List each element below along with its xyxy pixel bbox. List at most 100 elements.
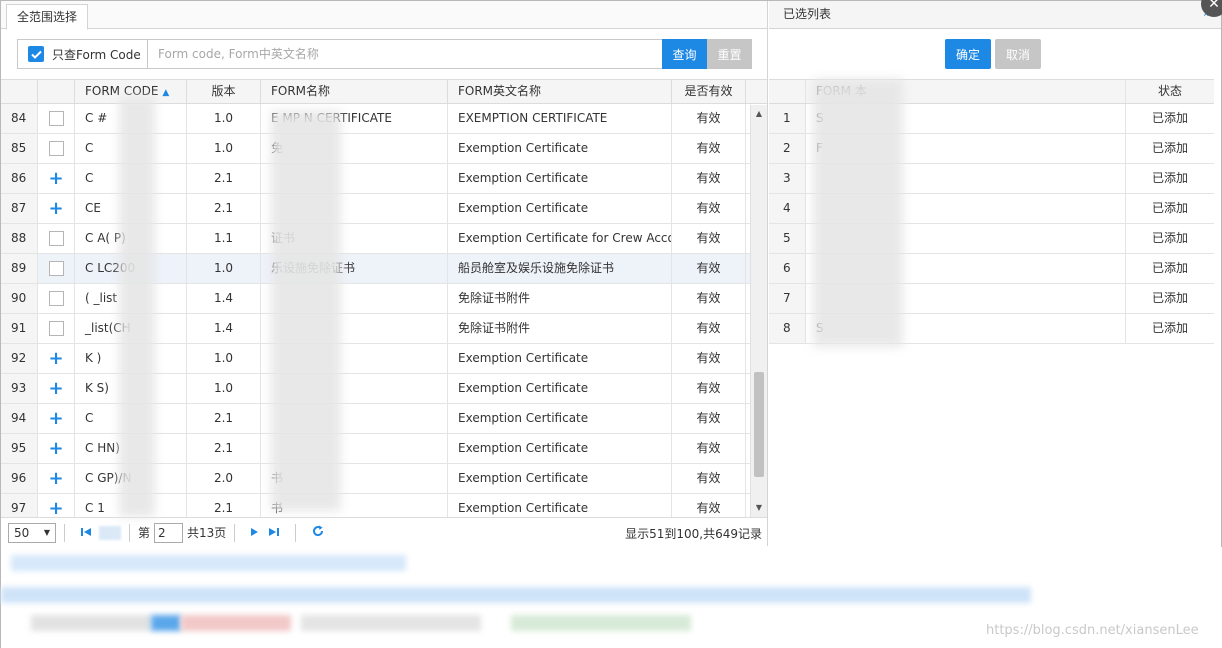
table-row[interactable]: 89C LC2001.0 乐设施免除证书船员舱室及娱乐设施免除证书有效: [1, 254, 767, 284]
search-button[interactable]: 查询: [662, 39, 707, 69]
tab-full-range[interactable]: 全范围选择: [6, 4, 89, 30]
row-number: 97: [1, 494, 38, 517]
selected-row-status: 已添加: [1151, 201, 1188, 215]
row-select-cell[interactable]: +: [38, 404, 75, 433]
refresh-icon[interactable]: [312, 525, 324, 540]
row-select-cell[interactable]: +: [38, 194, 75, 223]
row-checkbox[interactable]: [48, 141, 64, 156]
blur-stripe-3: [31, 615, 151, 631]
selected-row-status: 已添加: [1151, 231, 1188, 245]
row-select-cell[interactable]: +: [38, 344, 75, 373]
table-row[interactable]: 85C1.0免Exemption Certificate有效: [1, 134, 767, 164]
table-row[interactable]: 95 + C HN) 2.1 Exemption Certificate 有效: [1, 434, 767, 464]
cancel-button[interactable]: 取消: [995, 39, 1041, 69]
row-select-cell[interactable]: [38, 104, 75, 133]
cell-form-en-name: Exemption Certificate: [448, 434, 672, 463]
table-row[interactable]: 87 + CE 2.1 Exemption Certificate 有效: [1, 194, 767, 224]
prev-page-icon[interactable]: [99, 525, 121, 540]
selected-row-status: 已添加: [1151, 291, 1188, 305]
scroll-down-icon[interactable]: ▼: [751, 501, 767, 515]
pager-divider-4: [295, 523, 297, 542]
selected-row-number: 4: [769, 194, 806, 223]
row-select-cell[interactable]: [38, 134, 75, 163]
selected-header-status[interactable]: 状态: [1126, 80, 1214, 103]
pager-divider-3: [234, 523, 236, 542]
table-row[interactable]: 88C A( P)1.1 证书Exemption Certificate for…: [1, 224, 767, 254]
confirm-button[interactable]: 确定: [945, 39, 991, 69]
scroll-up-icon[interactable]: ▲: [751, 107, 767, 121]
header-form-name[interactable]: FORM名称: [261, 80, 448, 103]
row-number: 84: [1, 104, 38, 133]
table-row[interactable]: 92 + K ) 1.0 Exemption Certificate 有效: [1, 344, 767, 374]
row-checkbox[interactable]: [48, 111, 64, 126]
cell-version: 2.1: [187, 164, 261, 193]
add-icon[interactable]: +: [48, 469, 63, 488]
cell-form-en-name: EXEMPTION CERTIFICATE: [448, 104, 672, 133]
row-number: 87: [1, 194, 38, 223]
cell-form-en-name: Exemption Certificate: [448, 404, 672, 433]
add-icon[interactable]: +: [48, 199, 63, 218]
cell-valid: 有效: [672, 164, 746, 193]
header-version[interactable]: 版本: [187, 80, 261, 103]
pager-divider: [64, 523, 65, 542]
grid-body: 84C #1.0E MP N CERTIFICATEEXEMPTION CERT…: [1, 104, 767, 517]
table-row[interactable]: 97+C 12.1书Exemption Certificate有效: [1, 494, 767, 517]
row-number: 96: [1, 464, 38, 493]
row-select-cell[interactable]: +: [38, 374, 75, 403]
only-form-code-toggle[interactable]: 只查Form Code: [18, 40, 148, 68]
row-checkbox[interactable]: [48, 291, 64, 306]
cell-form-en-name: Exemption Certificate: [448, 134, 672, 163]
checkbox-checked-icon[interactable]: [28, 46, 44, 62]
blur-stripe-2: [1, 587, 1031, 603]
row-checkbox[interactable]: [48, 321, 64, 336]
next-page-icon[interactable]: [251, 526, 259, 540]
row-select-cell[interactable]: [38, 224, 75, 253]
cell-version: 2.1: [187, 194, 261, 223]
table-row[interactable]: 91 _list(CH 1.4 免除证书附件 有效: [1, 314, 767, 344]
grid-header: FORM CODE ▲ 版本 FORM名称 FORM英文名称 是否有效: [1, 79, 767, 104]
header-valid[interactable]: 是否有效: [672, 80, 746, 103]
blur-stripe-1: [11, 555, 406, 571]
total-pages: 共13页: [187, 526, 227, 540]
row-select-cell[interactable]: [38, 254, 75, 283]
table-row[interactable]: 84C #1.0E MP N CERTIFICATEEXEMPTION CERT…: [1, 104, 767, 134]
scroll-thumb[interactable]: [754, 372, 764, 477]
cell-form-en-name: Exemption Certificate: [448, 164, 672, 193]
grid-scrollbar[interactable]: ▲ ▼: [750, 105, 767, 517]
row-select-cell[interactable]: +: [38, 494, 75, 517]
pagination-bar: 50 ▼ 第 2 共13页 显示51到100,共649记录: [1, 517, 767, 547]
search-input[interactable]: [148, 40, 662, 68]
row-checkbox[interactable]: [48, 261, 64, 276]
row-select-cell[interactable]: +: [38, 464, 75, 493]
row-select-cell[interactable]: [38, 284, 75, 313]
reset-button[interactable]: 重置: [707, 39, 752, 69]
header-form-en-name[interactable]: FORM英文名称: [448, 80, 672, 103]
add-icon[interactable]: +: [48, 499, 63, 517]
first-page-icon[interactable]: [81, 526, 91, 540]
row-number: 91: [1, 314, 38, 343]
row-select-cell[interactable]: +: [38, 164, 75, 193]
table-row[interactable]: 93 + K S) 1.0 Exemption Certificate 有效: [1, 374, 767, 404]
add-icon[interactable]: +: [48, 349, 63, 368]
table-row[interactable]: 94 + C 2.1 Exemption Certificate 有效: [1, 404, 767, 434]
table-row[interactable]: 96+C GP)/N2.0书Exemption Certificate有效: [1, 464, 767, 494]
last-page-icon[interactable]: [269, 526, 280, 540]
cell-version: 1.0: [187, 344, 261, 373]
add-icon[interactable]: +: [48, 439, 63, 458]
redaction-mask-code: [119, 97, 155, 517]
add-icon[interactable]: +: [48, 379, 63, 398]
selected-row-status: 已添加: [1151, 261, 1188, 275]
cell-form-en-name: 免除证书附件: [448, 314, 672, 343]
add-icon[interactable]: +: [48, 169, 63, 188]
page-number-input[interactable]: 2: [154, 522, 184, 543]
cell-valid: 有效: [672, 134, 746, 163]
row-select-cell[interactable]: +: [38, 434, 75, 463]
table-row[interactable]: 90( _list 1.4 免除证书附件 有效: [1, 284, 767, 314]
table-row[interactable]: 86 + C 2.1 Exemption Certificate 有效: [1, 164, 767, 194]
page-size-select[interactable]: 50 ▼: [8, 522, 56, 543]
cell-version: 1.1: [187, 224, 261, 253]
add-icon[interactable]: +: [48, 409, 63, 428]
row-select-cell[interactable]: [38, 314, 75, 343]
row-checkbox[interactable]: [48, 231, 64, 246]
cell-form-en-name: Exemption Certificate: [448, 344, 672, 373]
